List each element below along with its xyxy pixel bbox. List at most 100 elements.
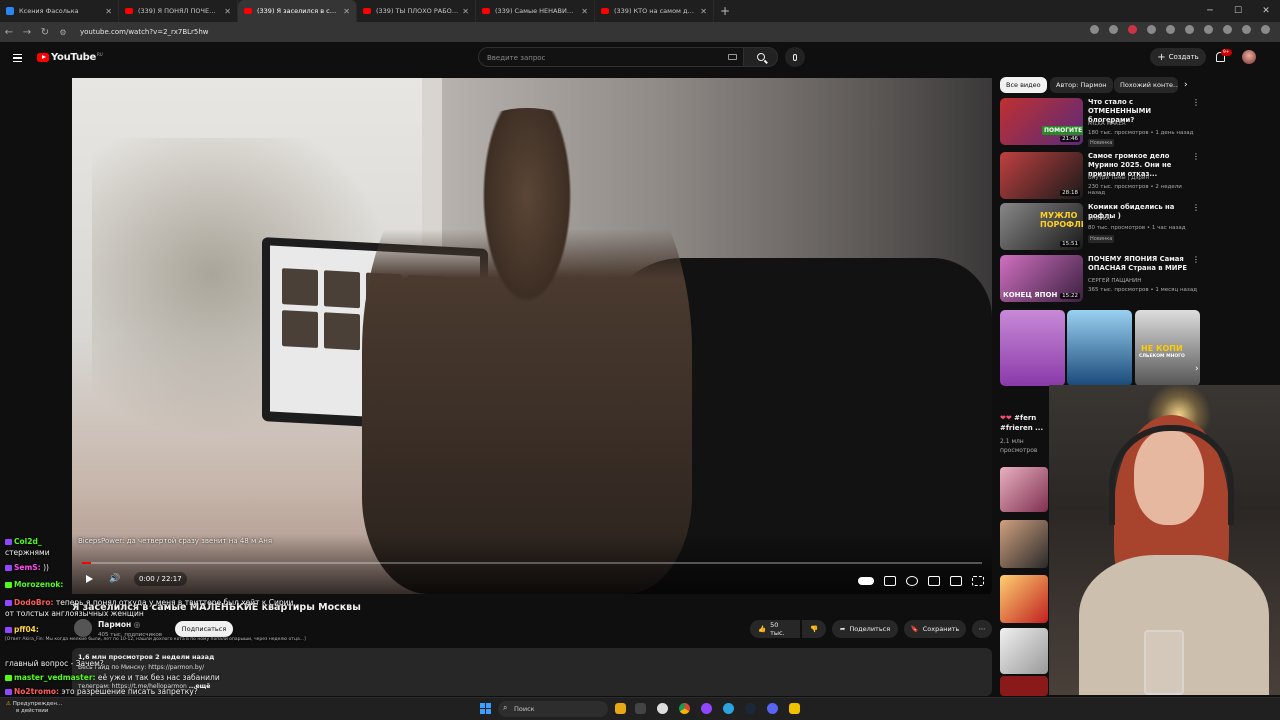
chrome-icon[interactable] [679,703,690,714]
more-vert-icon[interactable]: ⋮ [1192,98,1200,107]
extension-icon[interactable] [1090,25,1099,34]
subscribe-button[interactable]: Подписаться [175,621,233,637]
dislike-button[interactable]: 👎 [802,620,826,638]
extension-icon[interactable] [1185,25,1194,34]
theater-mode-icon[interactable] [950,576,962,586]
close-tab-icon[interactable]: ✕ [581,7,588,16]
maximize-icon[interactable]: ☐ [1224,6,1252,16]
short-thumbnail[interactable] [1000,467,1048,512]
profile-icon[interactable] [1242,25,1251,34]
back-icon[interactable]: ← [0,27,18,38]
close-tab-icon[interactable]: ✕ [343,7,350,16]
save-button[interactable]: 🔖 Сохранить [904,620,966,638]
forward-icon[interactable]: → [18,27,36,38]
close-window-icon[interactable]: ✕ [1252,6,1280,16]
short-title[interactable]: ❤❤ #fern #frieren ... [1000,413,1048,433]
windows-start-icon[interactable] [480,703,491,714]
extension-icon[interactable] [1128,25,1137,34]
file-explorer-icon[interactable] [615,703,626,714]
share-button[interactable]: ➦ Поделиться [832,620,898,638]
url-field[interactable]: youtube.com/watch?v=2_rx7BLr5hw [80,28,209,36]
search-input[interactable]: Введите запрос [478,47,744,67]
chip-all-videos[interactable]: Все видео [1000,77,1047,93]
weather-widget[interactable]: ⚠ Предупрежден... в действии [6,701,62,715]
autoplay-toggle[interactable] [858,577,874,585]
video-thumbnail[interactable]: 28:18 [1000,152,1083,199]
create-button[interactable]: + Создать [1150,48,1206,66]
puzzle-icon[interactable] [1204,25,1213,34]
window-controls: ─ ☐ ✕ [1196,0,1280,22]
more-vert-icon[interactable]: ⋮ [1192,255,1200,264]
subtitles-icon[interactable] [884,576,896,586]
chip-author[interactable]: Автор: Пармон [1050,77,1113,93]
keyboard-icon[interactable] [728,54,737,60]
short-thumbnail[interactable] [1067,310,1132,386]
channel-name[interactable]: Пармон ◎ [98,620,140,629]
fullscreen-icon[interactable] [972,576,984,586]
recommendation-item[interactable]: 28:18 Самое громкое дело Мурино 2025. Он… [1000,152,1200,200]
bookmark-star-icon[interactable] [1109,25,1118,34]
short-thumbnail[interactable] [1000,676,1048,696]
tab-3[interactable]: (339) ТЫ ПЛОХО РАБОТАЕШЬ...✕ [357,0,476,22]
recommendation-item[interactable]: МУЖЛО ПОРОФЛИЛ15:51 Комики обиделись на … [1000,203,1200,251]
tab-5[interactable]: (339) КТО на самом деле УБИЛ...✕ [595,0,714,22]
search-button[interactable] [744,47,778,67]
video-thumbnail[interactable]: МУЖЛО ПОРОФЛИЛ15:51 [1000,203,1083,250]
close-tab-icon[interactable]: ✕ [224,7,231,16]
miniplayer-icon[interactable] [928,576,940,586]
close-tab-icon[interactable]: ✕ [462,7,469,16]
chip-similar[interactable]: Похожий конте... [1114,77,1178,93]
tab-2-active[interactable]: (339) Я заселился в самые МА...✕ [238,0,357,22]
menu-dots-icon[interactable] [1261,25,1270,34]
taskbar-search[interactable]: ⌕ Поиск [498,701,608,717]
short-thumbnail[interactable] [1000,628,1048,674]
new-tab-button[interactable]: + [720,4,730,18]
short-thumbnail[interactable] [1000,575,1048,623]
steam-icon[interactable] [745,703,756,714]
video-thumbnail[interactable]: КОНЕЦ ЯПОН 15:22 [1000,255,1083,302]
download-icon[interactable] [1223,25,1232,34]
platform-icon [5,539,12,545]
channel-avatar[interactable] [74,619,92,637]
play-button[interactable] [82,572,96,586]
avatar[interactable] [1242,50,1256,64]
thumbs-down-icon: 👎 [809,625,819,633]
menu-icon[interactable] [13,54,22,62]
settings-gear-icon[interactable] [906,576,918,586]
terminal-icon[interactable] [635,703,646,714]
more-vert-icon[interactable]: ⋮ [1192,152,1200,161]
recommendation-item[interactable]: ПОМОГИТЕ 21:46 Что стало с ОТМЕНЕННЫМИ бл… [1000,98,1200,147]
short-thumbnail[interactable] [1000,520,1048,568]
reload-icon[interactable]: ↻ [36,27,54,38]
chevron-right-icon[interactable]: › [1195,364,1199,374]
description-box[interactable]: 1,6 млн просмотров 2 недели назад Весь г… [72,648,992,696]
obs-icon[interactable] [657,703,668,714]
progress-bar[interactable] [82,562,982,564]
extension-icon[interactable] [1166,25,1175,34]
telegram-icon[interactable] [723,703,734,714]
tab-4[interactable]: (339) Самые НЕНАВИСТНЫЕ п...✕ [476,0,595,22]
video-player[interactable]: 🔊 0:00 / 22:17 [72,78,992,594]
minimize-icon[interactable]: ─ [1196,6,1224,16]
tab-0[interactable]: Ксения Фасолька ✕ [0,0,119,22]
voice-search-button[interactable] [785,47,805,67]
lock-app-icon[interactable] [789,703,800,714]
tab-1[interactable]: (339) Я ПОНЯЛ ПОЧЕМУ ВЕГАН...✕ [119,0,238,22]
close-tab-icon[interactable]: ✕ [700,7,707,16]
more-vert-icon[interactable]: ⋮ [1192,203,1200,212]
like-button[interactable]: 👍 50 тыс. [750,620,800,638]
extension-icon[interactable] [1147,25,1156,34]
video-thumbnail[interactable]: ПОМОГИТЕ 21:46 [1000,98,1083,145]
youtube-logo[interactable]: YouTube RU [37,52,103,63]
site-info-icon[interactable]: ⚙ [54,28,72,37]
app-icon[interactable] [701,703,712,714]
recommendation-item[interactable]: КОНЕЦ ЯПОН 15:22 ПОЧЕМУ ЯПОНИЯ Самая ОПАС… [1000,255,1200,303]
close-tab-icon[interactable]: ✕ [105,7,112,16]
short-thumbnail[interactable] [1000,310,1065,386]
volume-icon[interactable]: 🔊 [108,572,122,586]
chevron-right-icon[interactable]: › [1184,80,1188,90]
more-actions-button[interactable]: ⋯ [972,620,992,638]
discord-icon[interactable] [767,703,778,714]
short-thumbnail[interactable]: НЕ КОПИ СЛЬЕКОМ МНОГО [1135,310,1200,386]
chat-message: Morozenok: [5,580,63,590]
